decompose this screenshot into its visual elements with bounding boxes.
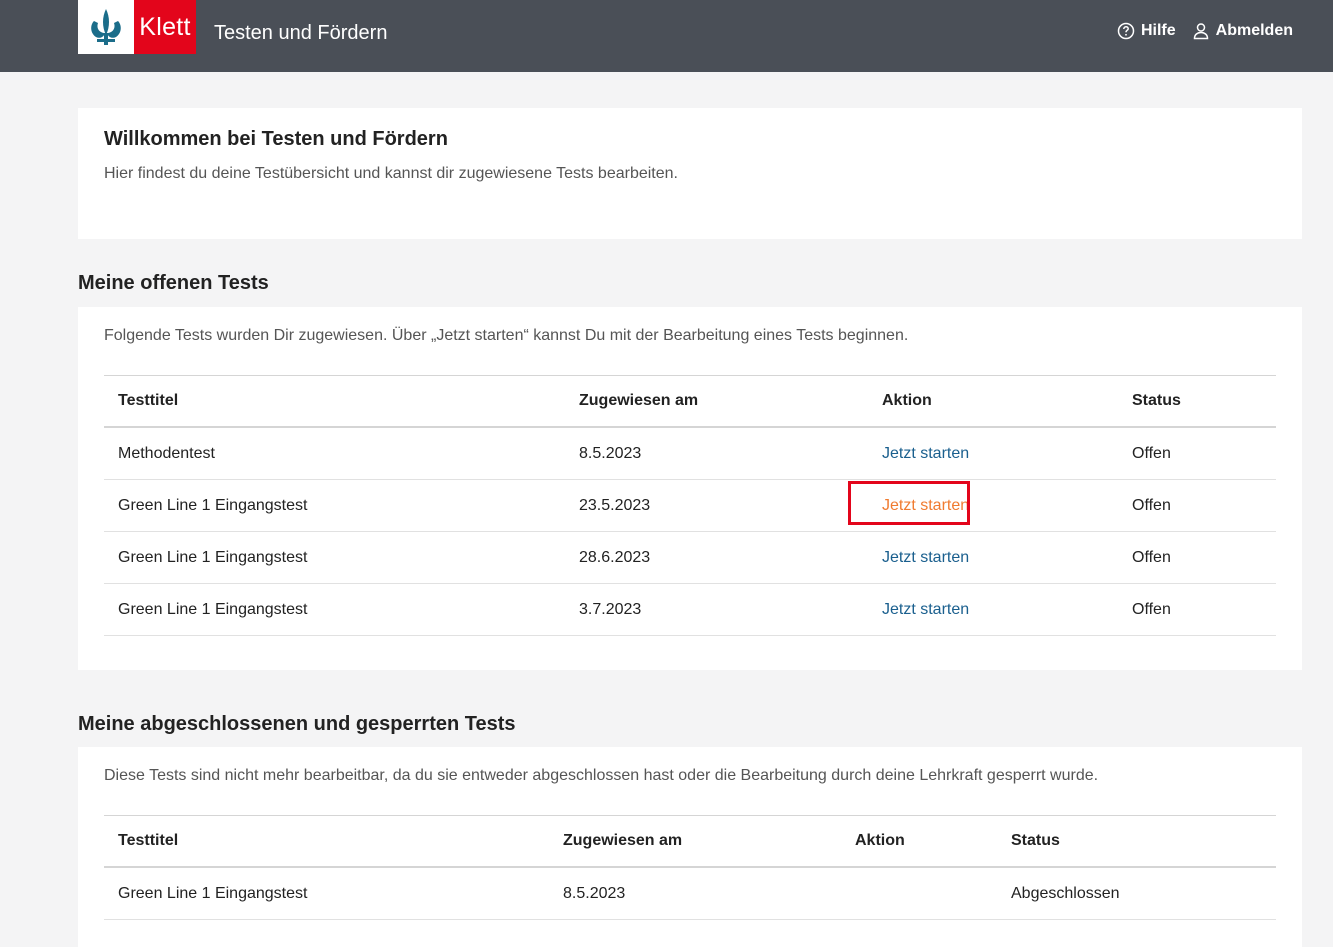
assigned-date: 8.5.2023 [565,427,868,480]
test-title: Green Line 1 Eingangstest [104,583,565,636]
logout-label: Abmelden [1215,22,1293,39]
column-header-title: Testtitel [104,375,565,428]
test-status: Offen [1118,583,1276,636]
table-header-row: Testtitel Zugewiesen am Aktion Status [104,815,1276,868]
open-tests-card: Folgende Tests wurden Dir zugewiesen. Üb… [78,307,1302,670]
test-status: Offen [1118,531,1276,584]
app-header: Klett Testen und Fördern Hilfe Abmelden [0,0,1333,72]
test-title: Green Line 1 Eingangstest [104,531,565,584]
test-title: Green Line 1 Eingangstest [104,867,549,920]
assigned-date: 3.7.2023 [565,583,868,636]
logout-link[interactable]: Abmelden [1192,22,1293,40]
open-tests-table: Testtitel Zugewiesen am Aktion Status Me… [104,375,1276,636]
start-test-link[interactable]: Jetzt starten [882,497,969,514]
table-header-row: Testtitel Zugewiesen am Aktion Status [104,375,1276,428]
test-status: Offen [1118,427,1276,480]
column-header-status: Status [997,815,1276,868]
column-header-action: Aktion [868,375,1118,428]
table-row: Green Line 1 Eingangstest 3.7.2023 Jetzt… [104,583,1276,636]
header-actions: Hilfe Abmelden [1117,22,1293,40]
column-header-status: Status [1118,375,1276,428]
welcome-text: Hier findest du deine Testübersicht und … [104,165,678,182]
welcome-card: Willkommen bei Testen und Fördern Hier f… [78,108,1302,239]
table-row: Green Line 1 Eingangstest 8.5.2023 Abges… [104,867,1276,920]
klett-logo[interactable]: Klett [78,0,196,54]
action-cell: Jetzt starten [868,531,1118,584]
closed-tests-table: Testtitel Zugewiesen am Aktion Status Gr… [104,815,1276,920]
table-row: Green Line 1 Eingangstest 23.5.2023 Jetz… [104,479,1276,532]
closed-tests-title: Meine abgeschlossenen und gesperrten Tes… [78,713,516,735]
action-cell: Jetzt starten [868,583,1118,636]
user-icon [1192,22,1210,40]
test-title: Methodentest [104,427,565,480]
help-label: Hilfe [1140,22,1176,39]
start-test-link[interactable]: Jetzt starten [882,445,969,462]
action-cell: Jetzt starten [848,479,1118,532]
action-cell: Jetzt starten [868,427,1118,480]
open-tests-title: Meine offenen Tests [78,272,269,294]
start-test-link[interactable]: Jetzt starten [882,549,969,566]
table-row: Green Line 1 Eingangstest 28.6.2023 Jetz… [104,531,1276,584]
start-test-link[interactable]: Jetzt starten [882,601,969,618]
test-title: Green Line 1 Eingangstest [104,479,565,532]
assigned-date: 23.5.2023 [565,479,868,532]
welcome-title: Willkommen bei Testen und Fördern [104,128,448,150]
column-header-title: Testtitel [104,815,549,868]
assigned-date: 8.5.2023 [549,867,841,920]
table-row: Methodentest 8.5.2023 Jetzt starten Offe… [104,427,1276,480]
column-header-date: Zugewiesen am [565,375,868,428]
assigned-date: 28.6.2023 [565,531,868,584]
open-tests-description: Folgende Tests wurden Dir zugewiesen. Üb… [104,327,909,344]
test-status: Abgeschlossen [997,867,1276,920]
logo-wordmark: Klett [134,0,196,54]
column-header-action: Aktion [841,815,997,868]
closed-tests-description: Diese Tests sind nicht mehr bearbeitbar,… [104,767,1099,784]
klett-lily-icon [78,0,134,54]
action-cell [841,867,997,920]
app-title: Testen und Fördern [214,22,388,44]
column-header-date: Zugewiesen am [549,815,841,868]
test-status: Offen [1118,479,1276,532]
closed-tests-card: Diese Tests sind nicht mehr bearbeitbar,… [78,747,1302,947]
question-circle-icon [1117,22,1135,40]
help-link[interactable]: Hilfe [1117,22,1176,40]
